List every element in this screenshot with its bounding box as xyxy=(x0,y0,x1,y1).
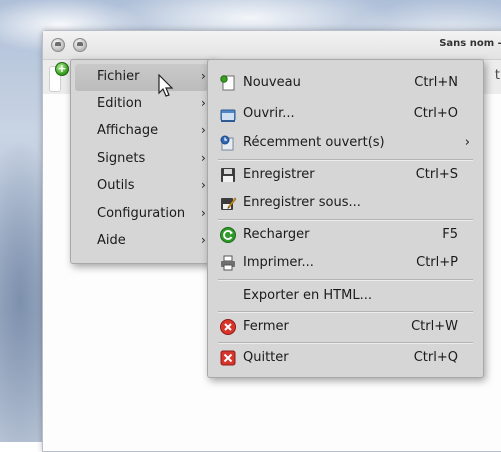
mouse-pointer-icon xyxy=(158,74,174,97)
menu-item-affichage[interactable]: Affichage › xyxy=(75,118,208,145)
menu-item-label: Enregistrer sous... xyxy=(243,195,361,210)
print-icon xyxy=(221,255,235,271)
menu-item-label: Fichier xyxy=(97,69,140,84)
chevron-right-icon: › xyxy=(201,233,206,247)
keep-above-button[interactable] xyxy=(73,38,87,52)
menu-item-enregistrer-sous[interactable]: Enregistrer sous... xyxy=(211,189,480,217)
menu-item-label: Aide xyxy=(97,233,126,248)
fichier-submenu: Nouveau Ctrl+N Ouvrir... Ctrl+O Récemmen… xyxy=(207,59,484,378)
chevron-right-icon: › xyxy=(201,123,206,137)
reload-icon xyxy=(220,227,236,243)
menu-item-configuration[interactable]: Configuration › xyxy=(75,201,208,228)
chevron-right-icon: › xyxy=(201,151,206,165)
close-document-icon xyxy=(220,319,236,335)
menu-item-quitter[interactable]: Quitter Ctrl+Q xyxy=(211,344,480,372)
recent-files-icon xyxy=(220,135,234,151)
menu-item-label: Edition xyxy=(97,96,142,111)
menu-item-label: Recharger xyxy=(243,227,310,242)
menu-item-label: Ouvrir... xyxy=(243,106,295,121)
menu-item-exporter-html[interactable]: Exporter en HTML... xyxy=(211,282,480,310)
chevron-right-icon: › xyxy=(464,135,470,150)
chevron-right-icon: › xyxy=(201,206,206,220)
menu-item-label: Nouveau xyxy=(243,75,301,90)
menu-item-label: Affichage xyxy=(97,123,159,138)
menu-item-label: Configuration xyxy=(97,206,186,221)
save-as-icon xyxy=(221,197,237,210)
new-tab-icon[interactable]: + xyxy=(55,62,69,76)
main-menu-popup: Fichier › Edition › Affichage › Signets … xyxy=(70,59,215,264)
toolbar-partial-label: tre xyxy=(494,68,501,83)
menu-item-label: Fermer xyxy=(243,319,289,334)
menu-item-label: Exporter en HTML... xyxy=(243,288,372,303)
window-menu-button[interactable] xyxy=(51,38,65,52)
menu-item-fermer[interactable]: Fermer Ctrl+W xyxy=(211,313,480,341)
menu-item-label: Enregistrer xyxy=(243,167,315,182)
menu-separator xyxy=(218,279,473,281)
shortcut-label: F5 xyxy=(442,227,458,242)
menu-item-enregistrer[interactable]: Enregistrer Ctrl+S xyxy=(211,161,480,189)
new-document-icon xyxy=(220,75,235,91)
menu-item-label: Outils xyxy=(97,178,135,193)
menu-item-label: Récemment ouvert(s) xyxy=(243,135,385,150)
window-title: Sans nom - K xyxy=(439,38,501,49)
chevron-right-icon: › xyxy=(201,178,206,192)
menu-item-label: Quitter xyxy=(243,350,289,365)
open-folder-icon xyxy=(220,109,236,122)
chevron-right-icon: › xyxy=(201,69,206,83)
shortcut-label: Ctrl+S xyxy=(415,167,458,182)
shortcut-label: Ctrl+Q xyxy=(413,350,458,365)
chevron-right-icon: › xyxy=(201,96,206,110)
menu-item-aide[interactable]: Aide › xyxy=(75,228,208,255)
menu-item-recharger[interactable]: Recharger F5 xyxy=(211,221,480,249)
menu-item-nouveau[interactable]: Nouveau Ctrl+N xyxy=(211,69,480,97)
menu-item-outils[interactable]: Outils › xyxy=(75,173,208,200)
menu-item-label: Signets xyxy=(97,151,146,166)
window-titlebar[interactable]: Sans nom - K xyxy=(43,31,501,60)
menu-item-ouvrir[interactable]: Ouvrir... Ctrl+O xyxy=(211,100,480,128)
shortcut-label: Ctrl+W xyxy=(411,319,458,334)
shortcut-label: Ctrl+O xyxy=(413,106,458,121)
menu-item-edition[interactable]: Edition › xyxy=(75,91,208,118)
menu-item-label: Imprimer... xyxy=(243,255,314,270)
shortcut-label: Ctrl+N xyxy=(414,75,458,90)
menu-item-signets[interactable]: Signets › xyxy=(75,146,208,173)
menu-item-recemment-ouverts[interactable]: Récemment ouvert(s) › xyxy=(211,129,480,157)
quit-icon xyxy=(220,350,236,366)
shortcut-label: Ctrl+P xyxy=(416,255,458,270)
menu-item-fichier[interactable]: Fichier › xyxy=(75,64,208,91)
menu-item-imprimer[interactable]: Imprimer... Ctrl+P xyxy=(211,249,480,277)
save-icon xyxy=(221,168,235,182)
